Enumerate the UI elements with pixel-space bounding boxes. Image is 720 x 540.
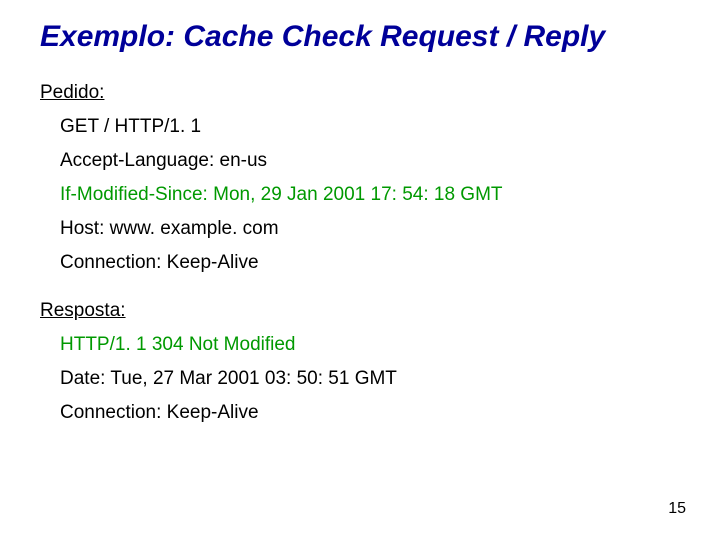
response-label: Resposta: [40, 300, 680, 322]
slide-title: Exemplo: Cache Check Request / Reply [40, 20, 680, 54]
page-number: 15 [668, 500, 686, 518]
response-block: HTTP/1. 1 304 Not Modified Date: Tue, 27… [60, 334, 680, 424]
request-block: GET / HTTP/1. 1 Accept-Language: en-us I… [60, 116, 680, 274]
request-line-4: Host: www. example. com [60, 218, 680, 240]
request-line-2: Accept-Language: en-us [60, 150, 680, 172]
response-line-status: HTTP/1. 1 304 Not Modified [60, 334, 680, 356]
request-label: Pedido: [40, 82, 680, 104]
request-line-5: Connection: Keep-Alive [60, 252, 680, 274]
slide: Exemplo: Cache Check Request / Reply Ped… [0, 0, 720, 540]
request-line-if-modified-since: If-Modified-Since: Mon, 29 Jan 2001 17: … [60, 184, 680, 206]
request-line-1: GET / HTTP/1. 1 [60, 116, 680, 138]
response-line-2: Date: Tue, 27 Mar 2001 03: 50: 51 GMT [60, 368, 680, 390]
response-line-3: Connection: Keep-Alive [60, 402, 680, 424]
